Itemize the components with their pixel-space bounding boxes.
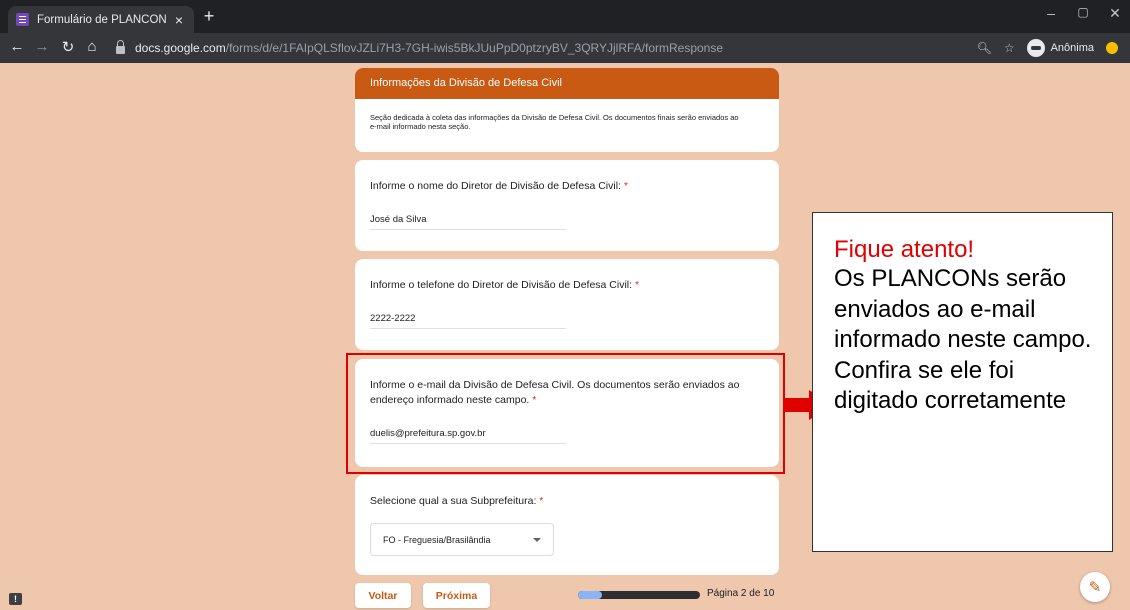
callout-title: Fique atento!: [834, 236, 975, 263]
section-title: Informações da Divisão de Defesa Civil: [370, 77, 562, 89]
zoom-icon[interactable]: 🔍︎: [977, 41, 992, 55]
tab-close-icon[interactable]: ×: [172, 12, 186, 28]
question-card-subprefeitura: Selecione qual a sua Subprefeitura: * FO…: [355, 475, 779, 575]
browser-tab[interactable]: Formulário de PLANCON ×: [8, 6, 194, 33]
required-asterisk: *: [539, 495, 544, 507]
restore-icon[interactable]: ▢: [1068, 5, 1098, 19]
incognito-icon: [1026, 39, 1045, 57]
back-button[interactable]: Voltar: [355, 583, 411, 608]
callout-body: Os PLANCONs serão enviados ao e-mail inf…: [834, 265, 1092, 414]
extension-icon[interactable]: [1106, 42, 1118, 54]
star-icon[interactable]: ☆: [1004, 41, 1015, 55]
question-title: Selecione qual a sua Subprefeitura: *: [370, 495, 544, 507]
home-icon[interactable]: ⌂: [81, 38, 103, 55]
subprefeitura-select[interactable]: FO - Freguesia/Brasilândia: [370, 523, 554, 556]
browser-toolbar: ← → ↻ ⌂ docs.google.com /forms/d/e/1FAIp…: [0, 33, 1130, 63]
chevron-down-icon: [533, 537, 541, 542]
page-indicator: Página 2 de 10: [707, 588, 775, 599]
browser-tab-bar: Formulário de PLANCON × + – ▢ ✕: [0, 0, 1130, 33]
required-asterisk: *: [634, 279, 640, 291]
section-description: Seção dedicada à coleta das informações …: [370, 113, 739, 131]
url-path: /forms/d/e/1FAIpQLSflovJZLi7H3-7GH-iwis5…: [225, 41, 724, 55]
forms-favicon-icon: [16, 13, 29, 26]
report-feedback-icon[interactable]: !: [9, 593, 22, 605]
question-card-director-phone: Informe o telefone do Diretor de Divisão…: [355, 259, 779, 350]
question-title: Informe o nome do Diretor de Divisão de …: [370, 180, 628, 192]
profile-label: Anônima: [1050, 42, 1094, 54]
lock-icon[interactable]: [116, 40, 125, 54]
next-button[interactable]: Próxima: [423, 583, 490, 608]
question-card-director-name: Informe o nome do Diretor de Divisão de …: [355, 160, 779, 251]
director-name-input[interactable]: José da Silva: [370, 212, 566, 230]
back-icon[interactable]: ←: [6, 38, 28, 55]
minimize-icon[interactable]: –: [1036, 5, 1066, 21]
question-title: Informe o telefone do Diretor de Divisão…: [370, 279, 640, 291]
director-phone-input[interactable]: 2222-2222: [370, 311, 566, 329]
warning-callout: Fique atento! Os PLANCONs serão enviados…: [812, 212, 1113, 552]
section-header-card: Informações da Divisão de Defesa Civil S…: [355, 68, 779, 152]
new-tab-button[interactable]: +: [199, 7, 219, 25]
email-highlight-frame: [346, 353, 785, 474]
address-bar[interactable]: docs.google.com /forms/d/e/1FAIpQLSflovJ…: [108, 36, 1118, 60]
incognito-profile-button[interactable]: Anônima: [1026, 39, 1094, 57]
progress-bar-fill: [578, 591, 603, 599]
window-close-icon[interactable]: ✕: [1100, 5, 1130, 22]
tab-title: Formulário de PLANCON: [37, 13, 167, 26]
subprefeitura-selected-value: FO - Freguesia/Brasilândia: [383, 534, 491, 545]
section-title-bar: Informações da Divisão de Defesa Civil: [355, 68, 779, 99]
progress-bar: [578, 591, 700, 599]
forward-icon[interactable]: →: [31, 38, 53, 55]
edit-pencil-icon[interactable]: ✎: [1080, 572, 1110, 602]
reload-icon[interactable]: ↻: [57, 38, 79, 56]
url-host: docs.google.com: [135, 41, 226, 55]
required-asterisk: *: [623, 180, 628, 192]
